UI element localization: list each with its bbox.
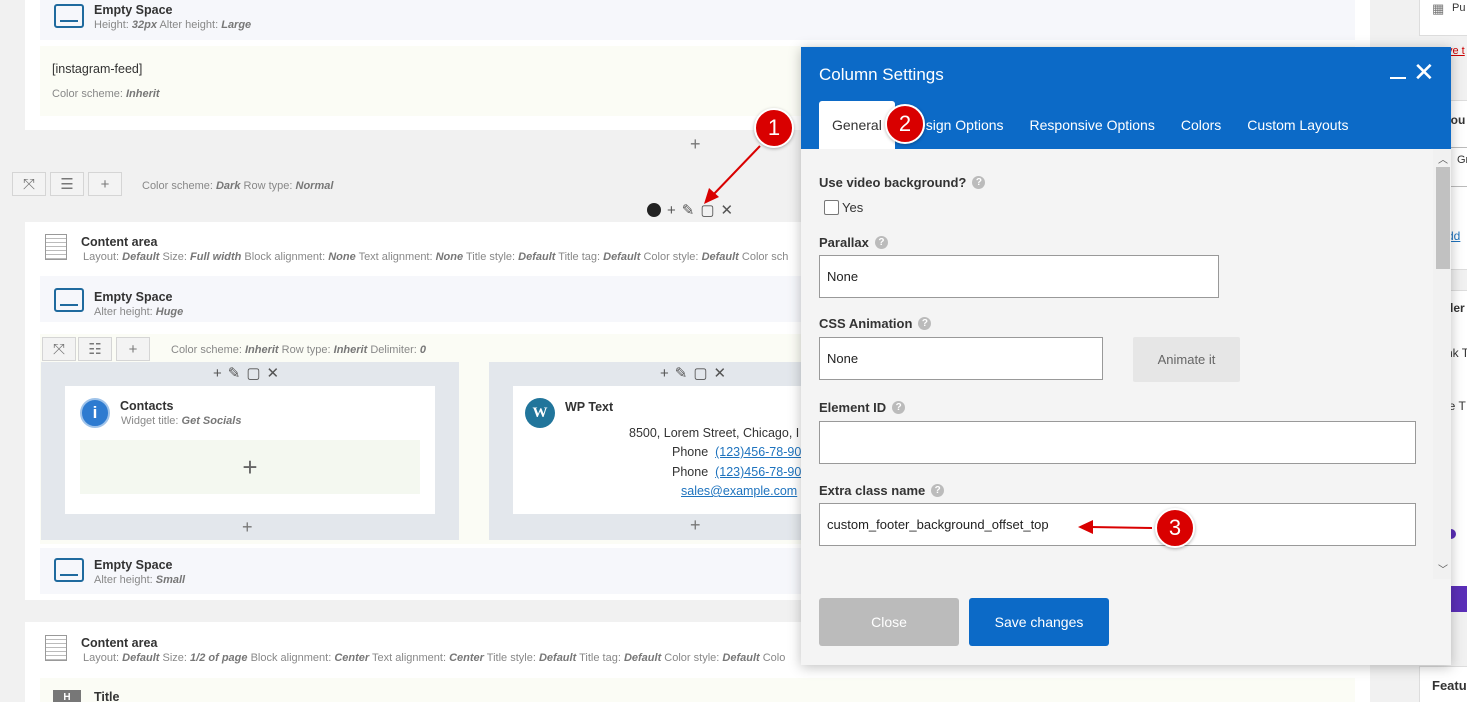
annotation-arrows [704,145,1153,534]
annotation-arrow-3 [1089,526,1153,529]
annotation-badge-3: 3 [1155,508,1195,548]
annotation-badge-1: 1 [754,108,794,148]
annotation-arrow-1 [711,145,761,197]
annotation-arrowhead-3 [1078,520,1093,534]
annotation-badge-2: 2 [885,104,925,144]
